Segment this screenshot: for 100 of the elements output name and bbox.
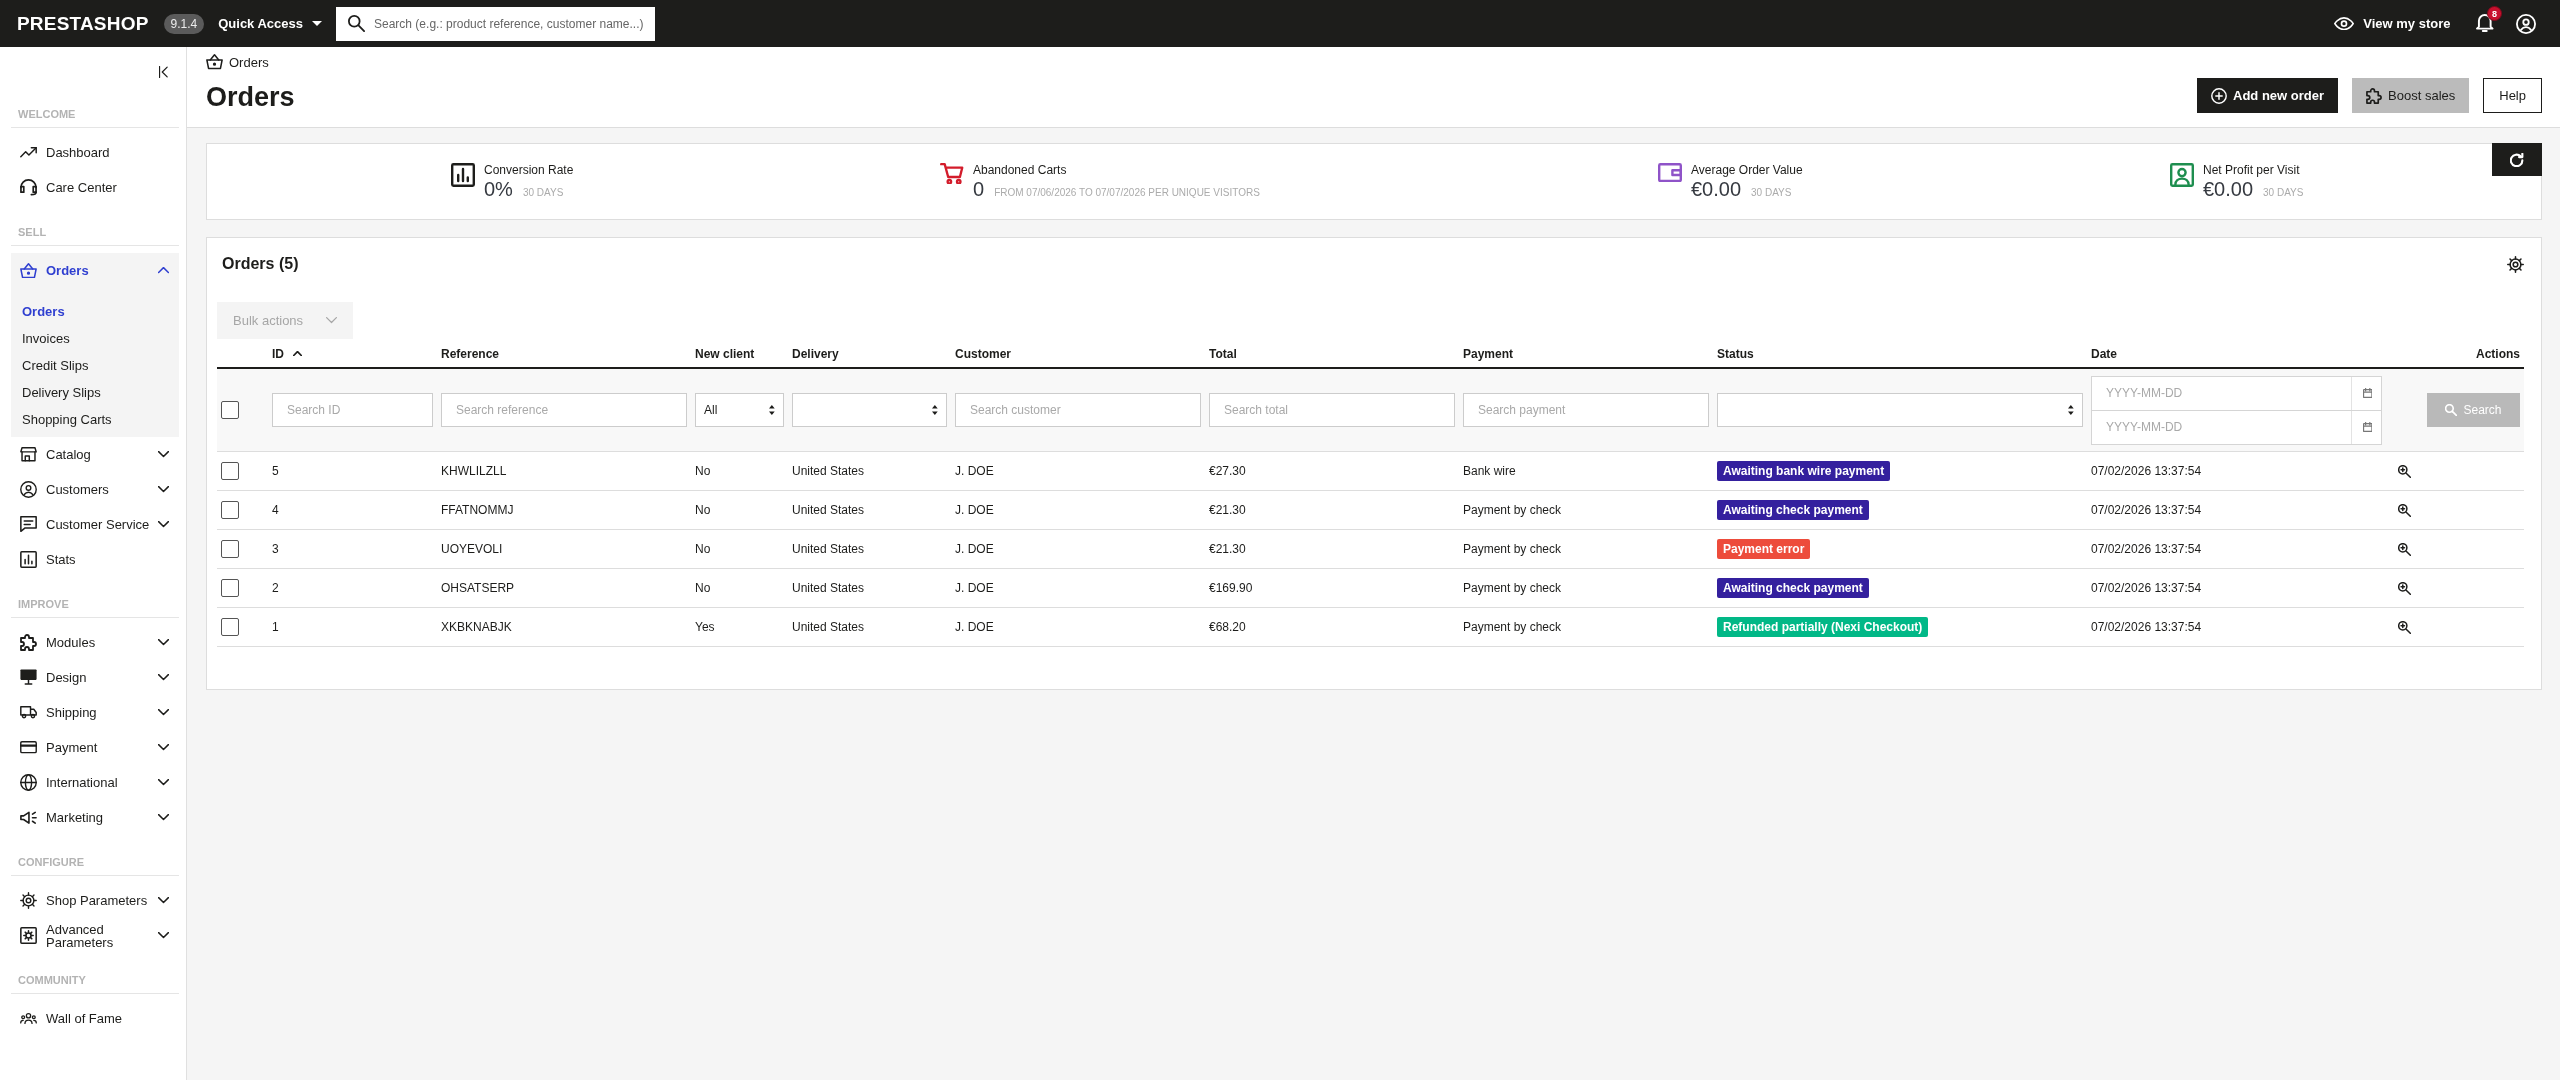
- add-order-button[interactable]: Add new order: [2197, 78, 2339, 113]
- truck-icon: [20, 706, 37, 719]
- table-cell-text: 07/02/2026 13:37:54: [2090, 542, 2203, 556]
- logo[interactable]: PRESTASHOP: [17, 12, 149, 35]
- chevron-down-icon: [326, 317, 337, 324]
- table-cell-text: €169.90: [1208, 581, 1254, 595]
- card-title: Orders (5): [222, 255, 299, 273]
- sidebar-item[interactable]: Modules: [11, 625, 179, 660]
- table-cell-text: 07/02/2026 13:37:54: [2090, 464, 2203, 478]
- submenu-item[interactable]: Credit Slips: [11, 352, 179, 379]
- calendar-icon[interactable]: [2362, 421, 2372, 432]
- view-store-link[interactable]: View my store: [2334, 16, 2451, 31]
- account-icon[interactable]: [2516, 13, 2536, 34]
- checkbox[interactable]: [221, 540, 239, 558]
- checkbox[interactable]: [221, 501, 239, 519]
- filter-field[interactable]: Search ID: [272, 393, 433, 427]
- table-cell-text: 1: [271, 620, 280, 634]
- settings-icon[interactable]: [2507, 255, 2524, 273]
- column-header[interactable]: Date: [2087, 346, 2386, 361]
- column-header[interactable]: Delivery: [788, 346, 951, 361]
- select-arrows-icon: [932, 405, 938, 415]
- section-heading: IMPROVE: [11, 577, 179, 618]
- sidebar-item[interactable]: Shipping: [11, 695, 179, 730]
- sidebar-item[interactable]: Stats: [11, 542, 179, 577]
- column-header[interactable]: Status: [1713, 346, 2087, 361]
- submenu-item[interactable]: Shopping Carts: [11, 406, 179, 433]
- zoom-in-icon[interactable]: [2398, 542, 2411, 556]
- sidebar-item[interactable]: Marketing: [11, 800, 179, 835]
- submenu-item[interactable]: Orders: [11, 298, 179, 325]
- table-cell-text: Payment by check: [1462, 581, 1563, 595]
- refresh-button[interactable]: [2492, 143, 2542, 176]
- status-badge: Payment error: [1717, 539, 1811, 559]
- zoom-in-icon[interactable]: [2398, 464, 2411, 478]
- table-cell-text: J. DOE: [954, 581, 995, 595]
- select-field[interactable]: [792, 393, 947, 427]
- refresh-icon: [2510, 152, 2524, 167]
- checkbox[interactable]: [221, 618, 239, 636]
- column-header[interactable]: ID: [268, 346, 437, 361]
- filter-field[interactable]: Search customer: [955, 393, 1201, 427]
- select-field[interactable]: [1717, 393, 2083, 427]
- table-cell-text: Yes: [694, 620, 716, 634]
- select-arrows-icon: [769, 405, 775, 415]
- sidebar-item[interactable]: Shop Parameters: [11, 883, 179, 918]
- date-field[interactable]: YYYY-MM-DD: [2091, 375, 2382, 411]
- sidebar-item[interactable]: Catalog: [11, 437, 179, 472]
- filter-field[interactable]: Search total: [1209, 393, 1455, 427]
- credit-card-icon: [20, 741, 37, 754]
- column-header[interactable]: Reference: [437, 346, 691, 361]
- kpi-note: 30 DAYS: [2263, 186, 2304, 198]
- table-cell-text: 4: [271, 503, 280, 517]
- table-cell-text: KHWLILZLL: [440, 464, 508, 478]
- date-field[interactable]: YYYY-MM-DD: [2091, 409, 2382, 445]
- checkbox[interactable]: [221, 579, 239, 597]
- filter-field[interactable]: Search reference: [441, 393, 687, 427]
- kpi-label: Conversion Rate: [484, 162, 574, 177]
- sidebar-item[interactable]: Design: [11, 660, 179, 695]
- sidebar-item[interactable]: Wall of Fame: [11, 1001, 179, 1036]
- table-cell-text: United States: [791, 581, 866, 595]
- table-cell-text: United States: [791, 542, 866, 556]
- sidebar-item[interactable]: Orders: [11, 253, 179, 288]
- sidebar-item[interactable]: Payment: [11, 730, 179, 765]
- zoom-in-icon[interactable]: [2398, 620, 2411, 634]
- megaphone-icon: [20, 810, 37, 825]
- zoom-in-icon[interactable]: [2398, 503, 2411, 517]
- column-header[interactable]: Customer: [951, 346, 1205, 361]
- sidebar-item[interactable]: Advanced Parameters: [11, 918, 179, 953]
- column-header[interactable]: Actions: [2386, 346, 2524, 361]
- select-field[interactable]: All: [695, 393, 784, 427]
- breadcrumb-link[interactable]: Orders: [229, 54, 269, 70]
- column-header[interactable]: New client: [691, 346, 788, 361]
- globe-icon: [20, 774, 37, 791]
- notifications-icon[interactable]: [2476, 14, 2494, 33]
- boost-sales-button[interactable]: Boost sales: [2352, 78, 2470, 113]
- table-cell-text: J. DOE: [954, 503, 995, 517]
- sidebar-item[interactable]: Dashboard: [11, 135, 179, 170]
- sidebar-item[interactable]: International: [11, 765, 179, 800]
- column-header[interactable]: Total: [1205, 346, 1459, 361]
- sidebar-item[interactable]: Care Center: [11, 170, 179, 205]
- collapse-sidebar-icon[interactable]: [159, 66, 168, 78]
- table-cell-text: Payment by check: [1462, 620, 1563, 634]
- sidebar-item[interactable]: Customers: [11, 472, 179, 507]
- puzzle-icon: [20, 634, 37, 651]
- column-header[interactable]: Payment: [1459, 346, 1713, 361]
- sidebar-item[interactable]: Customer Service: [11, 507, 179, 542]
- help-button[interactable]: Help: [2483, 78, 2542, 113]
- table-cell-text: 2: [271, 581, 280, 595]
- quick-access-button[interactable]: Quick Access: [218, 16, 322, 31]
- kpi-note: 30 DAYS: [1751, 186, 1792, 198]
- calendar-icon[interactable]: [2362, 387, 2372, 398]
- search-field[interactable]: Search (e.g.: product reference, customer name...): [336, 6, 655, 41]
- table-cell-text: J. DOE: [954, 464, 995, 478]
- submenu-item[interactable]: Delivery Slips: [11, 379, 179, 406]
- table-cell-text: J. DOE: [954, 620, 995, 634]
- checkbox[interactable]: [221, 401, 239, 419]
- zoom-in-icon[interactable]: [2398, 581, 2411, 595]
- filter-field[interactable]: Search payment: [1463, 393, 1709, 427]
- table-cell-text: Payment by check: [1462, 542, 1563, 556]
- checkbox[interactable]: [221, 462, 239, 480]
- table-cell-text: No: [694, 503, 712, 517]
- submenu-item[interactable]: Invoices: [11, 325, 179, 352]
